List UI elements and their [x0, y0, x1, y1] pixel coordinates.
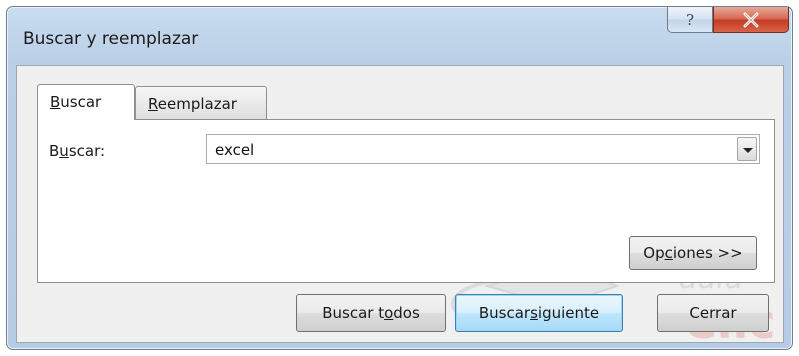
find-label: Buscar:	[49, 142, 106, 160]
tab-buscar-label: uscar	[60, 93, 102, 111]
close-icon	[743, 12, 759, 27]
title-bar[interactable]: Buscar y reemplazar ?	[7, 7, 792, 65]
window-title: Buscar y reemplazar	[23, 29, 199, 49]
tab-buscar-accel: B	[50, 93, 61, 111]
find-all-button[interactable]: Buscar t o dos	[296, 294, 446, 332]
tab-buscar[interactable]: Buscar	[37, 84, 135, 120]
tab-reemplazar[interactable]: Reemplazar	[135, 86, 267, 120]
help-button[interactable]: ?	[667, 7, 713, 33]
options-button[interactable]: Op c iones >>	[629, 236, 757, 270]
find-what-combobox[interactable]: excel	[206, 134, 760, 164]
tab-panel-buscar: Buscar: excel Op c iones >>	[37, 119, 775, 283]
help-icon: ?	[686, 11, 694, 29]
find-what-value: excel	[215, 141, 255, 159]
close-button[interactable]	[713, 7, 789, 33]
tab-reemplazar-accel: R	[148, 95, 158, 113]
cerrar-button[interactable]: Cerrar	[657, 294, 769, 332]
dialog-body: Buscar Reemplazar aula Clic Buscar: exce…	[16, 65, 784, 344]
find-next-button[interactable]: Buscar s iguiente	[455, 294, 623, 332]
chevron-down-icon[interactable]	[737, 137, 757, 161]
svg-text:?: ?	[686, 11, 694, 29]
tab-reemplazar-label: eemplazar	[157, 95, 237, 113]
find-replace-dialog: Buscar y reemplazar ? Buscar Reemplazar …	[6, 6, 793, 350]
